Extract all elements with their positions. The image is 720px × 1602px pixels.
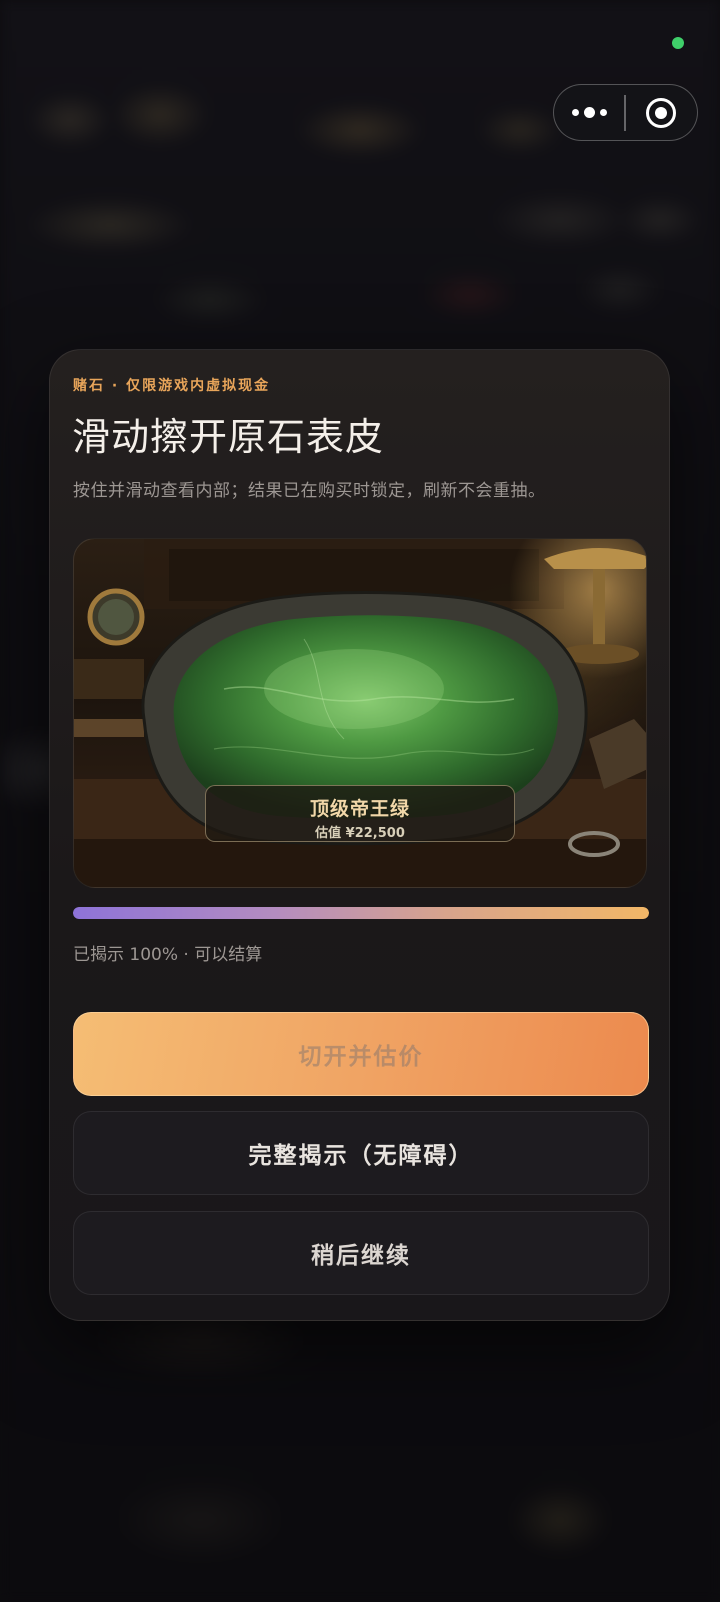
modal-eyebrow: 赌石 · 仅限游戏内虚拟现金 [73,378,271,394]
result-name: 顶级帝王绿 [309,798,410,820]
status-indicator-dot [672,37,684,49]
full-reveal-button[interactable]: 完整揭示（无障碍） [73,1111,649,1195]
scratch-stone-area[interactable]: 顶级帝王绿 估值 ¥22,500 [73,538,647,888]
reveal-progress-text: 已揭示 100% · 可以结算 [73,945,263,965]
reveal-modal: 赌石 · 仅限游戏内虚拟现金 滑动擦开原石表皮 按住并滑动查看内部；结果已在购买… [49,349,670,1321]
reveal-progress-fill [73,907,649,919]
mini-program-capsule [553,84,698,141]
cut-and-appraise-button[interactable]: 切开并估价 [73,1012,649,1096]
result-badge: 顶级帝王绿 估值 ¥22,500 [205,785,515,842]
target-close-icon[interactable] [626,85,698,140]
modal-title: 滑动擦开原石表皮 [72,415,385,459]
more-dots-icon[interactable] [554,85,624,140]
continue-later-button[interactable]: 稍后继续 [73,1211,649,1295]
reveal-progress-bar [73,907,649,919]
modal-description: 按住并滑动查看内部；结果已在购买时锁定，刷新不会重抽。 [73,481,546,501]
result-value: 估值 ¥22,500 [315,826,405,841]
